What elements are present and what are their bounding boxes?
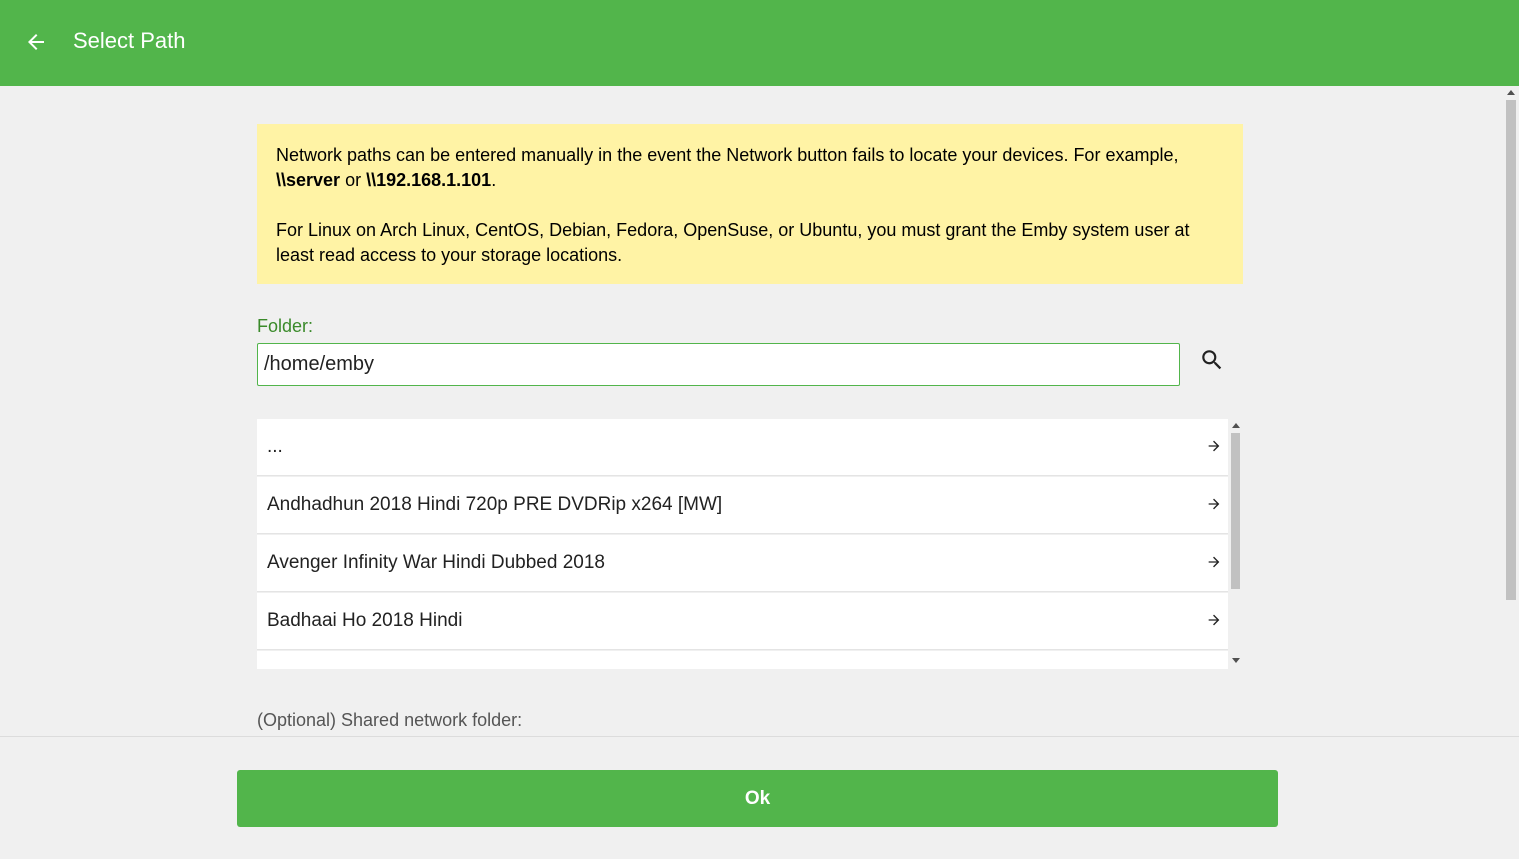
page-scrollbar[interactable] xyxy=(1504,86,1519,736)
list-item-label: Avenger Infinity War Hindi Dubbed 2018 xyxy=(267,552,605,573)
folder-list: ... Andhadhun 2018 Hindi 720p PRE DVDRip… xyxy=(257,419,1243,669)
list-scrollbar[interactable] xyxy=(1228,419,1243,669)
search-icon xyxy=(1202,350,1222,370)
scroll-down-icon[interactable] xyxy=(1232,658,1240,663)
list-item-label: ... xyxy=(267,436,283,457)
shared-network-folder-label: (Optional) Shared network folder: xyxy=(257,710,523,730)
network-path-notice: Network paths can be entered manually in… xyxy=(257,124,1243,284)
ok-button[interactable]: Ok xyxy=(237,770,1278,827)
notice-or: or xyxy=(340,170,367,190)
back-button[interactable] xyxy=(20,26,52,58)
example-server: \\server xyxy=(276,170,341,190)
page-scroll-up-icon[interactable] xyxy=(1507,90,1515,95)
notice-text: Network paths can be entered manually in… xyxy=(276,145,1179,165)
list-item-label: Andhadhun 2018 Hindi 720p PRE DVDRip x26… xyxy=(267,494,723,515)
list-item[interactable]: Andhadhun 2018 Hindi 720p PRE DVDRip x26… xyxy=(257,477,1228,534)
dialog-footer: Ok xyxy=(0,736,1519,859)
content-area: Network paths can be entered manually in… xyxy=(0,86,1519,736)
arrow-right-icon xyxy=(1208,614,1220,626)
scroll-up-icon[interactable] xyxy=(1232,423,1240,428)
folder-input[interactable] xyxy=(257,343,1180,386)
example-ip: \\192.168.1.101 xyxy=(366,170,492,190)
folder-label: Folder: xyxy=(257,316,314,336)
page-scrollbar-thumb[interactable] xyxy=(1506,100,1516,600)
notice-paragraph-2: For Linux on Arch Linux, CentOS, Debian,… xyxy=(276,220,1190,265)
list-item[interactable]: Avenger Infinity War Hindi Dubbed 2018 xyxy=(257,535,1228,592)
notice-paragraph-1: Network paths can be entered manually in… xyxy=(276,143,1224,193)
arrow-right-icon xyxy=(1208,556,1220,568)
list-scrollbar-thumb[interactable] xyxy=(1231,433,1240,589)
arrow-left-icon xyxy=(28,34,44,50)
search-button[interactable] xyxy=(1194,342,1230,378)
list-item-label: Badhaai Ho 2018 Hindi xyxy=(267,610,463,631)
arrow-right-icon xyxy=(1208,440,1220,452)
list-item[interactable]: Badhaai Ho 2018 Hindi xyxy=(257,593,1228,650)
page-title: Select Path xyxy=(73,28,186,53)
app-header: Select Path xyxy=(0,0,1519,86)
arrow-right-icon xyxy=(1208,498,1220,510)
list-item[interactable]: ... xyxy=(257,419,1228,476)
list-item[interactable] xyxy=(257,651,1228,669)
notice-period: . xyxy=(491,170,497,190)
